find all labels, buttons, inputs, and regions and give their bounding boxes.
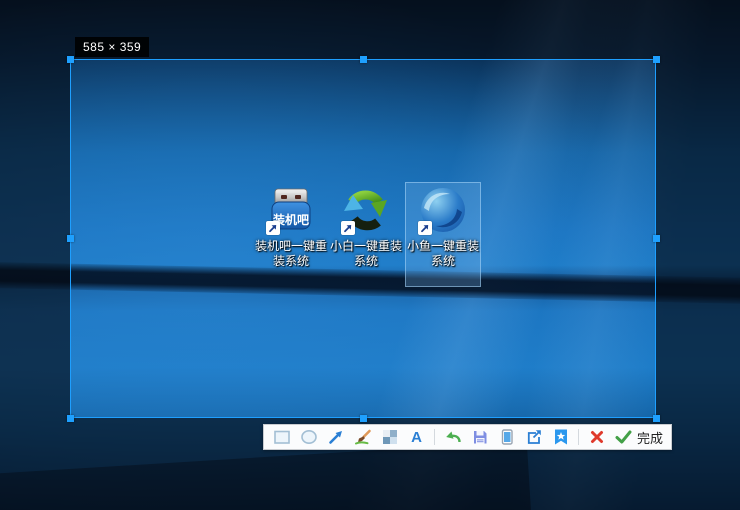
share-icon (525, 428, 543, 446)
capture-selection[interactable] (70, 59, 656, 418)
brush-icon (354, 428, 372, 446)
text-tool-icon: A (411, 430, 422, 445)
mosaic-icon (381, 428, 399, 446)
mosaic-tool-button[interactable] (380, 427, 399, 447)
ellipse-icon (300, 428, 318, 446)
selection-handle-w[interactable] (67, 235, 74, 242)
selection-handle-ne[interactable] (653, 56, 660, 63)
text-tool-button[interactable]: A (407, 427, 426, 447)
selection-handle-sw[interactable] (67, 415, 74, 422)
screenshot-capture-screen: 装机吧 装机吧一键重 装系统 (0, 0, 740, 510)
clipboard-icon (498, 428, 516, 446)
undo-button[interactable] (443, 427, 462, 447)
brush-tool-button[interactable] (353, 427, 372, 447)
favorite-button[interactable] (551, 427, 570, 447)
selection-handle-n[interactable] (360, 56, 367, 63)
done-button-label: 完成 (637, 428, 663, 447)
favorite-star-icon (552, 428, 570, 446)
selection-size-badge: 585 × 359 (75, 37, 149, 57)
clipboard-button[interactable] (497, 427, 516, 447)
cancel-button[interactable] (587, 427, 606, 447)
arrow-icon (327, 428, 345, 446)
toolbar-separator (434, 429, 435, 445)
capture-toolbar: A (263, 424, 672, 450)
rectangle-icon (273, 428, 291, 446)
cancel-x-icon (588, 428, 606, 446)
undo-icon (444, 428, 462, 446)
share-button[interactable] (524, 427, 543, 447)
toolbar-separator (578, 429, 579, 445)
save-icon (471, 428, 489, 446)
ellipse-tool-button[interactable] (299, 427, 318, 447)
done-check-icon (614, 428, 633, 446)
selection-handle-se[interactable] (653, 415, 660, 422)
wallpaper-bottom-wedge (0, 441, 532, 510)
selection-handle-s[interactable] (360, 415, 367, 422)
selection-handle-e[interactable] (653, 235, 660, 242)
selection-handle-nw[interactable] (67, 56, 74, 63)
save-button[interactable] (470, 427, 489, 447)
done-button[interactable]: 完成 (614, 428, 663, 447)
rectangle-tool-button[interactable] (272, 427, 291, 447)
arrow-tool-button[interactable] (326, 427, 345, 447)
